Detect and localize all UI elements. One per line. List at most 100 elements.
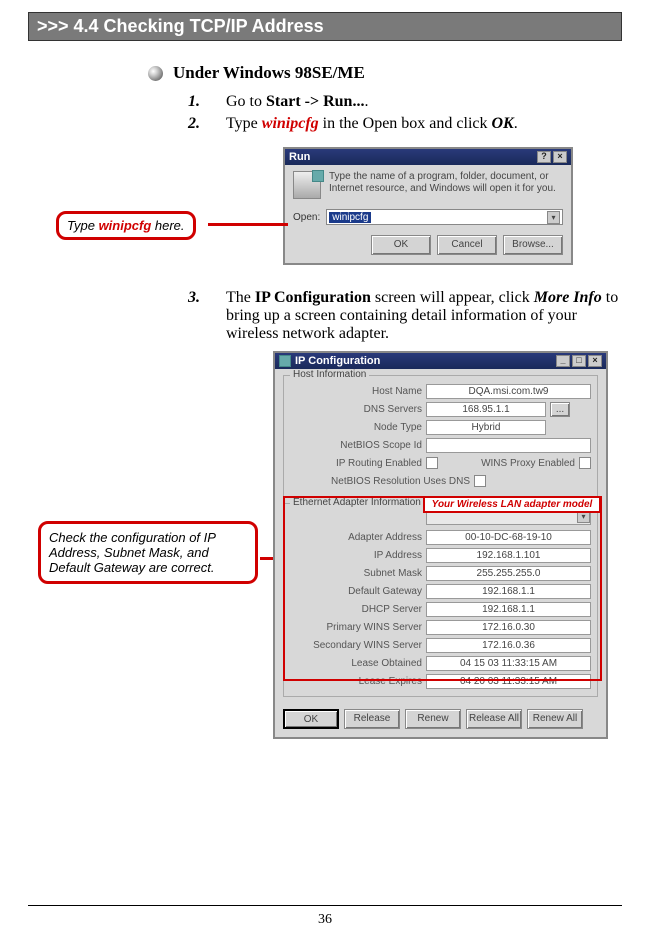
open-combobox[interactable]: winipcfg ▾ (326, 209, 563, 225)
callout-leader-line (208, 223, 288, 226)
help-button[interactable]: ? (537, 151, 551, 163)
checkbox[interactable] (474, 475, 486, 487)
field-label: NetBIOS Scope Id (290, 440, 422, 451)
renew-button[interactable]: Renew (405, 709, 461, 729)
field-netbios-dns: NetBIOS Resolution Uses DNS (290, 472, 591, 490)
run-top-row: Type the name of a program, folder, docu… (293, 171, 563, 199)
text: Type (67, 218, 99, 233)
ok-button[interactable]: OK (283, 709, 339, 729)
group-label: Ethernet Adapter Information (290, 497, 424, 508)
run-button-row: OK Cancel Browse... (293, 235, 563, 255)
field-value: 04 20 03 11:33:15 AM (426, 674, 591, 689)
run-body: Type the name of a program, folder, docu… (285, 165, 571, 263)
field-value: 04 15 03 11:33:15 AM (426, 656, 591, 671)
field-label: DHCP Server (290, 604, 422, 615)
titlebar-controls: _ □ × (556, 355, 602, 367)
text-strong: OK (492, 115, 514, 132)
close-button[interactable]: × (588, 355, 602, 367)
text-strong: More Info (534, 289, 602, 306)
field-value (426, 438, 591, 453)
text: IP Configuration (295, 355, 380, 367)
chevron-down-icon[interactable]: ▾ (547, 211, 560, 224)
text: The (226, 289, 255, 306)
host-info-group: Host Information Host Name DQA.msi.com.t… (283, 375, 598, 497)
release-button[interactable]: Release (344, 709, 400, 729)
content-area: Under Windows 98SE/ME 1. Go to Start -> … (28, 41, 622, 721)
text-strong: IP Configuration (255, 289, 371, 306)
text: . (364, 93, 368, 110)
field-dns-servers: DNS Servers 168.95.1.1 ... (290, 400, 591, 418)
run-titlebar: Run ? × (285, 149, 571, 165)
open-label: Open: (293, 212, 320, 223)
renew-all-button[interactable]: Renew All (527, 709, 583, 729)
field-secondary-wins: Secondary WINS Server 172.16.0.36 (290, 636, 591, 654)
step-list-1: 1. Go to Start -> Run.... 2. Type winipc… (188, 93, 622, 133)
field-lease-obtained: Lease Obtained 04 15 03 11:33:15 AM (290, 654, 591, 672)
field-label: Default Gateway (290, 586, 422, 597)
ipconfig-dialog: IP Configuration _ □ × Host Information … (273, 351, 608, 739)
close-button[interactable]: × (553, 151, 567, 163)
field-default-gateway: Default Gateway 192.168.1.1 (290, 582, 591, 600)
ok-button[interactable]: OK (371, 235, 431, 255)
field-dhcp-server: DHCP Server 192.168.1.1 (290, 600, 591, 618)
text-command: winipcfg (99, 218, 152, 233)
field-label: NetBIOS Resolution Uses DNS (290, 476, 470, 487)
field-netbios-scope: NetBIOS Scope Id (290, 436, 591, 454)
field-label: Node Type (290, 422, 422, 433)
step-text: Type winipcfg in the Open box and click … (226, 115, 518, 133)
ipconfig-title: IP Configuration (279, 355, 380, 367)
page-number: 36 (0, 912, 650, 928)
ethernet-info-group: Ethernet Adapter Information ▾ Adapter A… (283, 503, 598, 697)
open-value: winipcfg (329, 212, 371, 223)
step-number: 1. (188, 93, 208, 111)
step-list-2: 3. The IP Configuration screen will appe… (188, 289, 622, 343)
step-2: 2. Type winipcfg in the Open box and cli… (188, 115, 622, 133)
text: . (514, 115, 518, 132)
checkbox[interactable] (579, 457, 591, 469)
step-text: The IP Configuration screen will appear,… (226, 289, 622, 343)
ipconfig-titlebar: IP Configuration _ □ × (275, 353, 606, 369)
field-primary-wins: Primary WINS Server 172.16.0.30 (290, 618, 591, 636)
maximize-button[interactable]: □ (572, 355, 586, 367)
field-lease-expires: Lease Expires 04 20 03 11:33:15 AM (290, 672, 591, 690)
group-label: Host Information (290, 369, 369, 380)
release-all-button[interactable]: Release All (466, 709, 522, 729)
field-value: 172.16.0.30 (426, 620, 591, 635)
field-value: DQA.msi.com.tw9 (426, 384, 591, 399)
cancel-button[interactable]: Cancel (437, 235, 497, 255)
field-value: 255.255.255.0 (426, 566, 591, 581)
text-command: winipcfg (262, 115, 319, 132)
field-adapter-address: Adapter Address 00-10-DC-68-19-10 (290, 528, 591, 546)
field-label: Lease Expires (290, 676, 422, 687)
run-icon (293, 171, 321, 199)
dns-more-button[interactable]: ... (550, 402, 570, 417)
field-value: 00-10-DC-68-19-10 (426, 530, 591, 545)
step-1: 1. Go to Start -> Run.... (188, 93, 622, 111)
step-number: 2. (188, 115, 208, 133)
run-description: Type the name of a program, folder, docu… (329, 171, 563, 199)
callout-adapter-model: Your Wireless LAN adapter model (423, 496, 601, 513)
field-value: 172.16.0.36 (426, 638, 591, 653)
text: here. (151, 218, 184, 233)
field-label: WINS Proxy Enabled (438, 458, 575, 469)
field-ip-routing: IP Routing Enabled WINS Proxy Enabled (290, 454, 591, 472)
field-label: Secondary WINS Server (290, 640, 422, 651)
run-dialog: Run ? × Type the name of a program, fold… (283, 147, 573, 265)
step-text: Go to Start -> Run.... (226, 93, 368, 111)
text-strong: Start -> Run... (266, 93, 364, 110)
run-title: Run (289, 151, 310, 163)
bullet-icon (148, 66, 163, 81)
text: Type (226, 115, 262, 132)
browse-button[interactable]: Browse... (503, 235, 563, 255)
callout-type-here: Type winipcfg here. (56, 211, 196, 240)
field-label: Primary WINS Server (290, 622, 422, 633)
callout-check-config: Check the configuration of IP Address, S… (38, 521, 258, 584)
titlebar-controls: ? × (537, 151, 567, 163)
field-value: 192.168.1.101 (426, 548, 591, 563)
subheading-row: Under Windows 98SE/ME (148, 63, 622, 83)
minimize-button[interactable]: _ (556, 355, 570, 367)
ipconfig-figure: Check the configuration of IP Address, S… (28, 351, 622, 721)
step-3: 3. The IP Configuration screen will appe… (188, 289, 622, 343)
checkbox[interactable] (426, 457, 438, 469)
section-header: >>> 4.4 Checking TCP/IP Address (28, 12, 622, 41)
